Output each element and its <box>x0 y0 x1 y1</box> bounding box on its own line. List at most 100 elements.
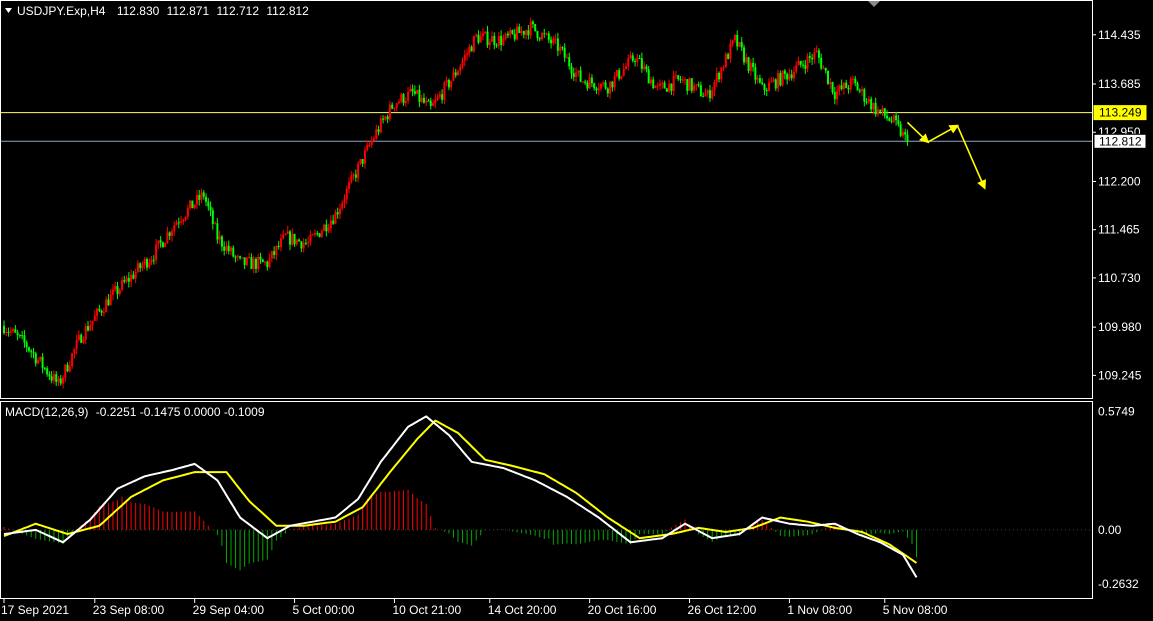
candle-body <box>806 56 809 69</box>
candle-body <box>254 258 257 269</box>
candle-body <box>761 82 764 85</box>
candle-body <box>284 234 287 236</box>
time-tick-label: 26 Oct 12:00 <box>688 603 757 617</box>
candle-body <box>550 39 553 44</box>
candle-body <box>384 116 387 120</box>
candle-body <box>858 90 861 92</box>
close-value: 112.812 <box>266 4 309 18</box>
candle-body <box>777 73 780 89</box>
candle-body <box>874 102 877 115</box>
candle-body <box>268 258 271 268</box>
projection-arrows <box>906 121 986 190</box>
candle-body <box>895 115 898 121</box>
projection-arrow[interactable] <box>927 124 960 143</box>
candle-body <box>198 195 201 200</box>
candle-body <box>291 233 294 245</box>
candle-body <box>615 70 618 77</box>
candle-body <box>16 332 19 335</box>
candle-body <box>289 231 292 245</box>
candle-body <box>743 47 746 63</box>
candle-body <box>134 272 137 279</box>
candle-body <box>230 247 232 252</box>
candle-body <box>86 326 89 331</box>
candle-body <box>266 261 269 268</box>
candle-body <box>402 94 405 104</box>
candle-body <box>388 104 391 120</box>
candle-body <box>851 78 854 80</box>
candle-body <box>109 294 112 306</box>
candle-body <box>375 129 378 139</box>
candle-body <box>159 240 162 243</box>
candle-body <box>674 75 677 77</box>
high-value: 112.871 <box>167 4 210 18</box>
open-value: 112.830 <box>117 4 160 18</box>
candle-body <box>152 259 155 261</box>
candle-body <box>484 31 487 34</box>
candle-body <box>257 256 260 269</box>
candle-body <box>767 82 770 91</box>
candle-body <box>123 280 126 282</box>
candle-body <box>313 233 316 235</box>
candle-body <box>227 245 230 252</box>
candle-body <box>7 331 10 333</box>
candle-body <box>493 36 496 45</box>
candle-body <box>300 241 303 249</box>
candle-body <box>295 239 298 245</box>
candle-body <box>77 334 80 340</box>
candle-body <box>634 60 637 62</box>
candle-body <box>890 120 893 122</box>
dropdown-triangle-icon[interactable] <box>5 8 12 13</box>
candle-body <box>461 60 464 67</box>
candle-body <box>622 68 625 76</box>
candle-body <box>404 100 407 104</box>
candle-body <box>146 259 149 268</box>
candle-body <box>620 75 623 79</box>
candle-body <box>434 99 437 104</box>
projection-arrow[interactable] <box>956 125 986 190</box>
candle-body <box>361 159 364 164</box>
candle-body <box>600 83 603 89</box>
scroll-shift-icon[interactable] <box>868 1 880 7</box>
candle-body <box>652 79 655 89</box>
candle-body <box>718 72 721 80</box>
candle-body <box>595 88 598 91</box>
candle-body <box>481 33 484 36</box>
candle-body <box>756 78 759 80</box>
candle-body <box>98 308 101 311</box>
candle-body <box>184 216 187 220</box>
candle-body <box>731 40 734 44</box>
candle-body <box>41 356 44 368</box>
macd-histogram <box>3 489 918 571</box>
candle-body <box>699 85 702 97</box>
candle-body <box>14 329 17 333</box>
candle-body <box>684 79 686 81</box>
candle-body <box>829 82 832 84</box>
candle-body <box>479 35 482 43</box>
candle-body <box>527 30 530 36</box>
candle-body <box>225 245 228 251</box>
candle-body <box>786 73 789 80</box>
candle-body <box>66 364 69 372</box>
candle-body <box>211 210 214 224</box>
candle-body <box>368 144 371 146</box>
candle-body <box>661 82 664 84</box>
candle-body <box>23 335 26 343</box>
candle-body <box>772 79 775 82</box>
candle-body <box>688 78 691 91</box>
candle-body <box>352 174 355 176</box>
macd-axis: 0.5749 0.00 -0.2632 <box>1098 404 1139 591</box>
candle-body <box>536 31 539 39</box>
candle-body <box>193 204 196 209</box>
time-axis: 17 Sep 2021 23 Sep 08:00 29 Sep 04:00 5 Oct… <box>1 598 948 617</box>
candle-body <box>350 175 353 183</box>
candle-body <box>679 78 682 81</box>
candle-body <box>127 277 130 282</box>
candle-body <box>518 26 521 34</box>
candle-body <box>75 339 78 350</box>
candle-body <box>906 134 909 143</box>
candle-body <box>783 70 786 74</box>
candle-body <box>522 31 525 35</box>
candle-body <box>177 222 180 224</box>
trading-chart[interactable]: 114.435113.685112.950112.200111.465110.7… <box>0 0 1153 621</box>
projection-arrow[interactable] <box>906 121 930 144</box>
